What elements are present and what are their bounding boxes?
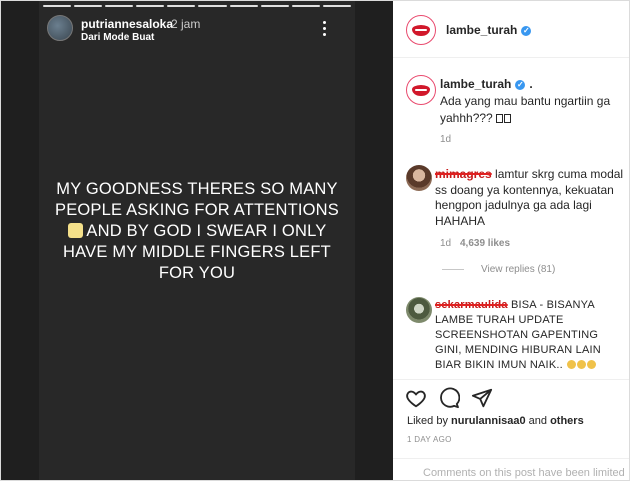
actions-divider [393, 379, 629, 380]
liked-and: and [525, 415, 551, 427]
story-progress-segment [136, 5, 165, 7]
lips-icon [412, 84, 430, 96]
screenshot-frame: putriannesaloka 2 jam Dari Mode Buat MY … [0, 0, 630, 481]
footer-divider [393, 458, 629, 459]
story-subtitle: Dari Mode Buat [81, 32, 155, 43]
username-label[interactable]: lambe_turah [446, 23, 517, 37]
story-text-part: MY GOODNESS THERES SO MANY PEOPLE ASKING… [54, 180, 340, 219]
face-icon [67, 223, 83, 238]
verified-badge-icon: ✓ [521, 25, 532, 36]
comment-time: 1d [440, 238, 452, 249]
comment-likes[interactable]: 4,639 likes [460, 238, 510, 249]
story-progress-segment [291, 5, 320, 7]
lips-icon [412, 24, 430, 36]
comment-avatar[interactable] [406, 297, 432, 323]
story-viewer[interactable]: putriannesaloka 2 jam Dari Mode Buat MY … [39, 1, 355, 480]
post-timestamp: 1 DAY AGO [407, 435, 452, 444]
lambe-turah-avatar[interactable] [406, 15, 436, 45]
story-time: 2 jam [171, 17, 201, 31]
comment-text: sekarmaulida BISA - BISANYA LAMBE TURAH … [435, 298, 627, 373]
comment-icon[interactable] [438, 387, 460, 409]
smile-icon [567, 360, 577, 369]
story-progress-segment [260, 5, 289, 7]
unknown-glyph-icon [504, 114, 512, 123]
post-header-username[interactable]: lambe_turah ✓ [446, 23, 532, 37]
comment-avatar[interactable] [406, 165, 432, 191]
story-avatar[interactable] [47, 15, 73, 41]
post-panel: lambe_turah ✓ lambe_turah ✓. Ada yang mau … [393, 1, 629, 480]
verified-badge-icon: ✓ [515, 79, 526, 90]
story-progress-segment [105, 5, 134, 7]
story-progress-segment [74, 5, 103, 7]
caption-username[interactable]: lambe_turah ✓. [440, 77, 533, 91]
story-progress-segment [322, 5, 351, 7]
story-progress-bar [43, 5, 351, 7]
caption-dot: . [529, 77, 533, 91]
story-username[interactable]: putriannesaloka [81, 17, 173, 31]
more-options-icon[interactable] [319, 21, 329, 39]
liked-others[interactable]: others [550, 415, 584, 427]
caption-body: Ada yang mau bantu ngartiin ga yahhh??? [440, 94, 611, 125]
heart-icon[interactable] [405, 387, 427, 409]
story-progress-segment [198, 5, 227, 7]
story-progress-segment [229, 5, 258, 7]
smile-icon [577, 360, 587, 369]
caption-text: Ada yang mau bantu ngartiin ga yahhh??? [440, 93, 625, 127]
comments-limited-notice: Comments on this post have been limited [423, 467, 625, 479]
comment-username[interactable]: sekarmaulida [435, 299, 508, 311]
liked-prefix: Liked by [407, 415, 452, 427]
liked-user[interactable]: nurulannisaa0 [451, 415, 526, 427]
story-progress-segment [167, 5, 196, 7]
view-replies-line [442, 269, 464, 270]
caption-time: 1d [440, 134, 452, 145]
share-icon[interactable] [471, 387, 493, 409]
comment-text: mimagres lamtur skrg cuma modal ss doang… [435, 167, 627, 229]
username-label[interactable]: lambe_turah [440, 77, 511, 91]
caption-avatar[interactable] [406, 75, 436, 105]
smile-icon [587, 360, 597, 369]
story-text-part: AND BY GOD I SWEAR I ONLY HAVE MY MIDDLE… [63, 222, 331, 282]
story-progress-segment [43, 5, 72, 7]
liked-by-text: Liked by nurulannisaa0 and others [407, 415, 584, 427]
comment-username[interactable]: mimagres [435, 167, 492, 181]
unknown-glyph-icon [496, 114, 504, 123]
story-text: MY GOODNESS THERES SO MANY PEOPLE ASKING… [51, 179, 343, 284]
header-divider [393, 57, 629, 58]
view-replies-link[interactable]: View replies (81) [481, 264, 555, 275]
